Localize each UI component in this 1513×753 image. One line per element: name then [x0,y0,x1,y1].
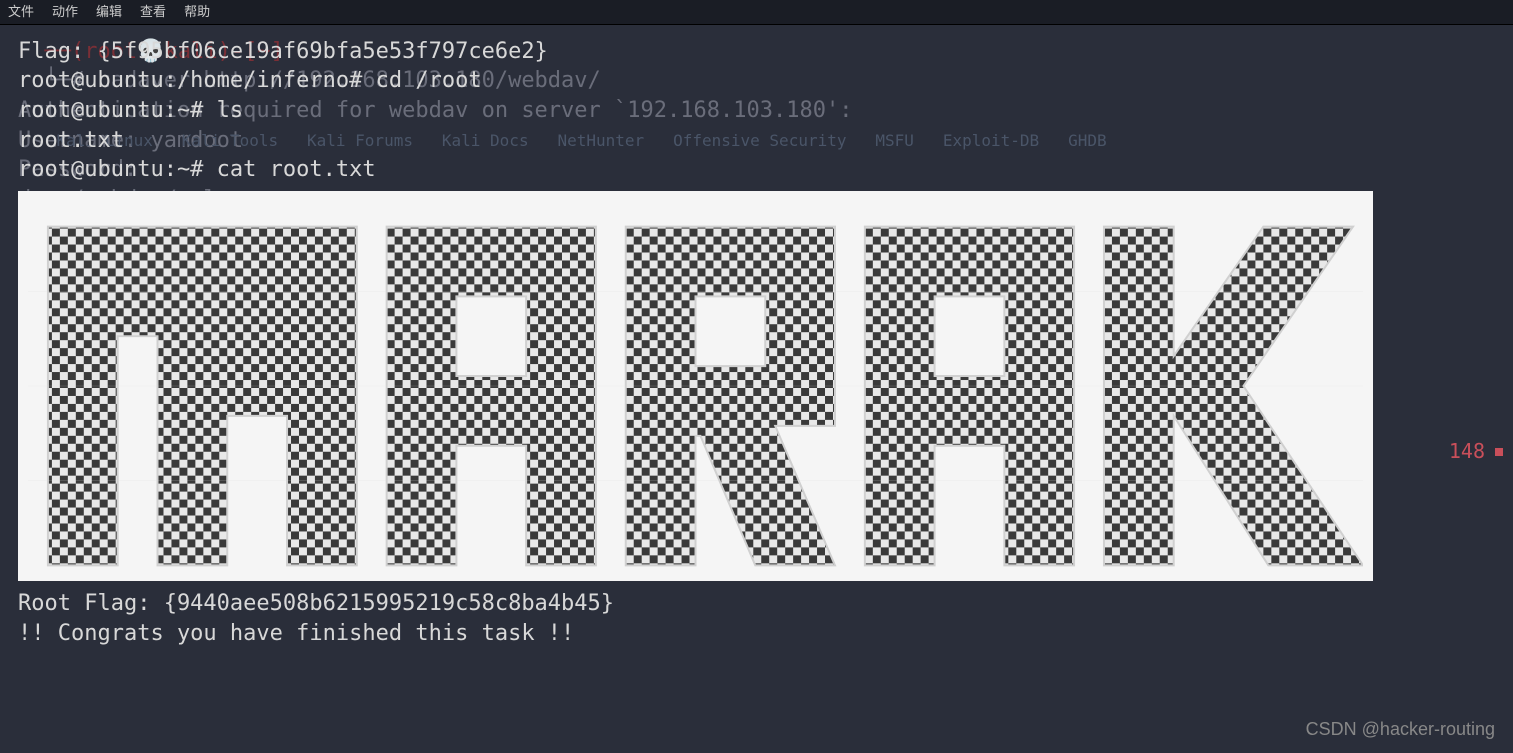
side-indicator-icon [1495,448,1503,456]
cmd-ls: root@ubuntu:~# ls [18,96,1495,126]
watermark: CSDN @hacker-routing [1306,717,1495,741]
flag-line: Flag: {5f95bf06ce19af69bfa5e53f797ce6e2} [18,37,1495,67]
cmd-cat: root@ubuntu:~# cat root.txt [18,155,1495,185]
menu-view[interactable]: 查看 [140,3,166,21]
root-flag-line: Root Flag: {9440aee508b6215995219c58c8ba… [18,589,1495,619]
menubar[interactable]: 文件 动作 编辑 查看 帮助 [0,0,1513,25]
congrats-line: !! Congrats you have finished this task … [18,619,1495,649]
menu-help[interactable]: 帮助 [184,3,210,21]
ascii-banner [18,191,1373,581]
terminal-output: Flag: {5f95bf06ce19af69bfa5e53f797ce6e2}… [18,37,1495,649]
menu-action[interactable]: 动作 [52,3,78,21]
terminal[interactable]: ──(root💀kali)-[~] └─# cadaver http://192… [0,25,1513,649]
menu-edit[interactable]: 编辑 [96,3,122,21]
ls-output: root.txt [18,126,1495,156]
cmd-cd: root@ubuntu:/home/inferno# cd /root [18,66,1495,96]
menu-file[interactable]: 文件 [8,3,34,21]
side-counter: 148 [1449,438,1485,465]
